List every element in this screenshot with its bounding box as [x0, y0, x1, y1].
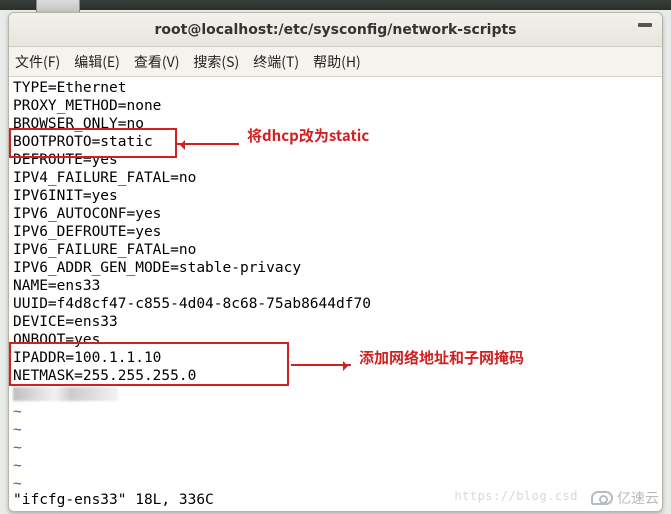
- menu-search[interactable]: 搜索(S): [193, 52, 239, 72]
- cfg-line: IPV6_DEFROUTE=yes: [13, 223, 658, 241]
- faded-source-url: https://blog.csd: [454, 487, 578, 505]
- vim-tilde: ~: [13, 457, 658, 475]
- cfg-line: NETMASK=255.255.255.0: [13, 367, 658, 385]
- vim-tilde: ~: [13, 439, 658, 457]
- window-titlebar[interactable]: root@localhost:/etc/sysconfig/network-sc…: [9, 13, 662, 47]
- cfg-line: DEFROUTE=yes: [13, 151, 658, 169]
- cfg-line: IPV4_FAILURE_FATAL=no: [13, 169, 658, 187]
- terminal-window: root@localhost:/etc/sysconfig/network-sc…: [8, 12, 663, 512]
- annotation-arrow-2: [291, 364, 351, 366]
- menu-bar: 文件(F) 编辑(E) 查看(V) 搜索(S) 终端(T) 帮助(H): [9, 47, 662, 77]
- minimize-icon[interactable]: [638, 23, 652, 27]
- annotation-note-2: 添加网络地址和子网掩码: [359, 349, 524, 367]
- desktop-panel: [0, 0, 671, 10]
- vim-status-line: "ifcfg-ens33" 18L, 336C: [13, 491, 214, 509]
- cfg-line: TYPE=Ethernet: [13, 79, 658, 97]
- annotation-arrow-1: [177, 143, 239, 145]
- cfg-line: UUID=f4d8cf47-c855-4d04-8c68-75ab8644df7…: [13, 295, 658, 313]
- cfg-line: NAME=ens33: [13, 277, 658, 295]
- editor-area[interactable]: TYPE=Ethernet PROXY_METHOD=none BROWSER_…: [9, 77, 662, 511]
- cfg-line: DEVICE=ens33: [13, 313, 658, 331]
- annotation-note-1: 将dhcp改为static: [247, 127, 369, 145]
- menu-edit[interactable]: 编辑(E): [74, 52, 120, 72]
- menu-terminal[interactable]: 终端(T): [253, 52, 299, 72]
- cfg-line: IPV6_ADDR_GEN_MODE=stable-privacy: [13, 259, 658, 277]
- vim-tilde: ~: [13, 403, 658, 421]
- smudge-line: [13, 385, 658, 403]
- menu-help[interactable]: 帮助(H): [313, 52, 361, 72]
- menu-view[interactable]: 查看(V): [134, 52, 180, 72]
- window-title: root@localhost:/etc/sysconfig/network-sc…: [154, 22, 516, 38]
- cfg-line: IPV6_FAILURE_FATAL=no: [13, 241, 658, 259]
- vim-tilde: ~: [13, 421, 658, 439]
- cfg-line: IPV6_AUTOCONF=yes: [13, 205, 658, 223]
- menu-file[interactable]: 文件(F): [15, 52, 60, 72]
- cfg-line: IPV6INIT=yes: [13, 187, 658, 205]
- cfg-line: ONBOOT=yes: [13, 331, 658, 349]
- cfg-line: PROXY_METHOD=none: [13, 97, 658, 115]
